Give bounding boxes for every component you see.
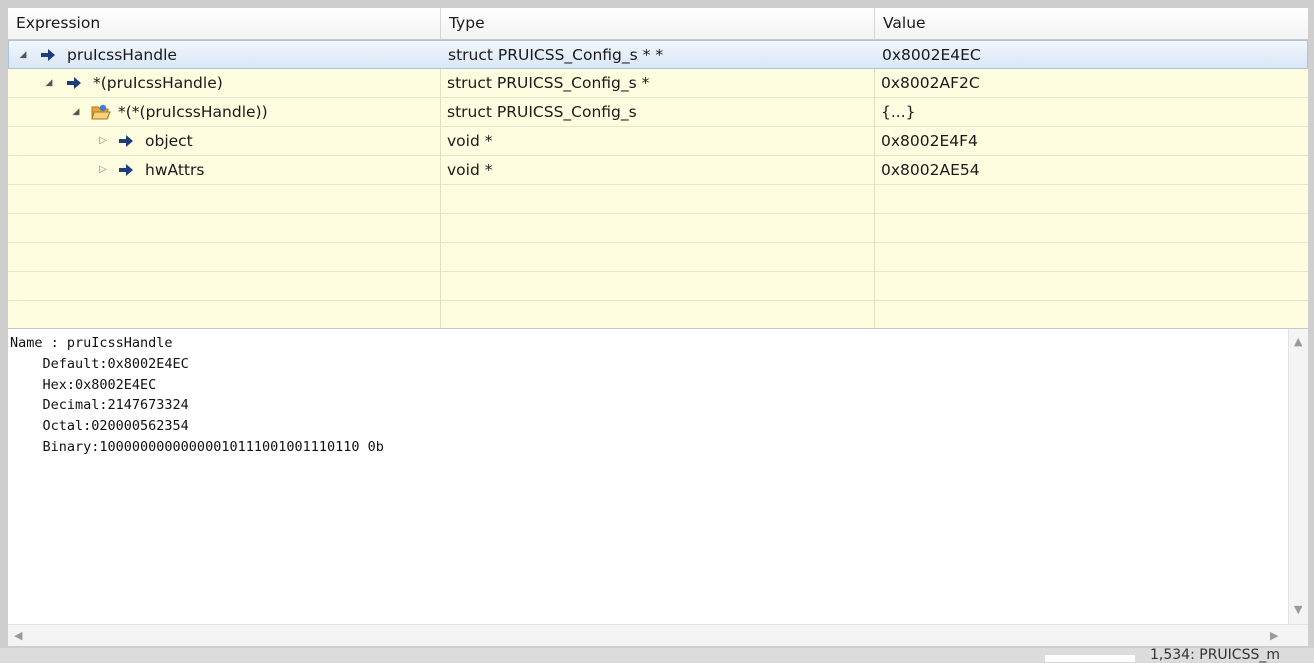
type-cell: struct PRUICSS_Config_s * [447,74,650,92]
details-decimal-line: Decimal:2147673324 [10,397,189,414]
details-default-line: Default:0x8002E4EC [10,355,189,372]
details-hex-line: Hex:0x8002E4EC [10,376,157,393]
expand-toggle-icon[interactable]: ◢ [17,41,29,69]
expression-cell: ▷ hwAttrs [8,156,440,184]
type-cell: struct PRUICSS_Config_s * * [448,46,664,64]
expressions-view: Expression Type Value ◢ pruIcssHandle st… [0,0,1314,648]
expression-label: *(*(pruIcssHandle)) [118,103,268,121]
scroll-down-icon[interactable]: ▼ [1294,603,1302,616]
status-line-text: 1,534: PRUICSS_m [1150,647,1280,663]
scroll-right-icon[interactable]: ▶ [1270,629,1278,642]
value-cell[interactable]: {...} [881,98,1308,126]
empty-row [8,272,1308,301]
pointer-arrow-icon [67,77,81,89]
column-header-value[interactable]: Value [875,8,1308,39]
value-cell[interactable]: 0x8002AE54 [881,156,1308,184]
empty-row [8,243,1308,272]
value-cell[interactable]: 0x8002AF2C [881,69,1308,97]
details-text: Name : pruIcssHandle Default:0x8002E4EC … [10,333,384,458]
table-row[interactable]: ◢ *(*(pruIcssHandle)) struct PRUICSS_Con… [8,98,1308,127]
expressions-tree-table: ◢ pruIcssHandle struct PRUICSS_Config_s … [8,40,1308,328]
empty-row [8,185,1308,214]
expand-toggle-icon[interactable]: ◢ [70,98,82,126]
expression-cell: ▷ object [8,127,440,155]
type-cell: void * [447,132,493,150]
scroll-left-icon[interactable]: ◀ [14,629,22,642]
type-cell: struct PRUICSS_Config_s [447,103,637,121]
details-octal-line: Octal:020000562354 [10,418,189,435]
table-row[interactable]: ◢ pruIcssHandle struct PRUICSS_Config_s … [8,40,1308,69]
expression-label: pruIcssHandle [67,46,177,64]
table-header: Expression Type Value [8,8,1308,40]
details-pane[interactable]: Name : pruIcssHandle Default:0x8002E4EC … [8,328,1308,646]
pointer-arrow-icon [41,49,55,61]
table-row[interactable]: ▷ object void * 0x8002E4F4 [8,127,1308,156]
collapsed-toggle-icon[interactable]: ▷ [97,156,109,184]
horizontal-scrollbar[interactable]: ◀ ▶ [8,624,1308,646]
value-cell[interactable]: 0x8002E4F4 [881,127,1308,155]
expression-cell: ◢ *(pruIcssHandle) [8,69,440,97]
column-header-expression[interactable]: Expression [8,8,441,39]
type-cell: void * [447,161,493,179]
expression-cell: ◢ *(*(pruIcssHandle)) [8,98,440,126]
table-row[interactable]: ◢ *(pruIcssHandle) struct PRUICSS_Config… [8,69,1308,98]
expression-cell: ◢ pruIcssHandle [9,41,441,69]
expression-label: hwAttrs [145,161,205,179]
details-name-line: Name : pruIcssHandle [10,335,173,351]
value-cell[interactable]: 0x8002E4EC [882,41,1308,69]
expand-toggle-icon[interactable]: ◢ [43,69,55,97]
empty-row [8,301,1308,328]
expression-label: object [145,132,193,150]
details-binary-line: Binary:10000000000000010111001001110110 … [10,438,384,455]
column-header-type[interactable]: Type [441,8,875,39]
expression-label: *(pruIcssHandle) [93,74,223,92]
pointer-arrow-icon [119,135,133,147]
collapsed-toggle-icon[interactable]: ▷ [97,127,109,155]
scroll-up-icon[interactable]: ▲ [1294,335,1302,348]
empty-row [8,214,1308,243]
vertical-scrollbar[interactable]: ▲ ▼ [1288,329,1308,625]
status-field [1045,655,1135,662]
table-row[interactable]: ▷ hwAttrs void * 0x8002AE54 [8,156,1308,185]
open-folder-struct-icon [91,104,111,120]
pointer-arrow-icon [119,164,133,176]
